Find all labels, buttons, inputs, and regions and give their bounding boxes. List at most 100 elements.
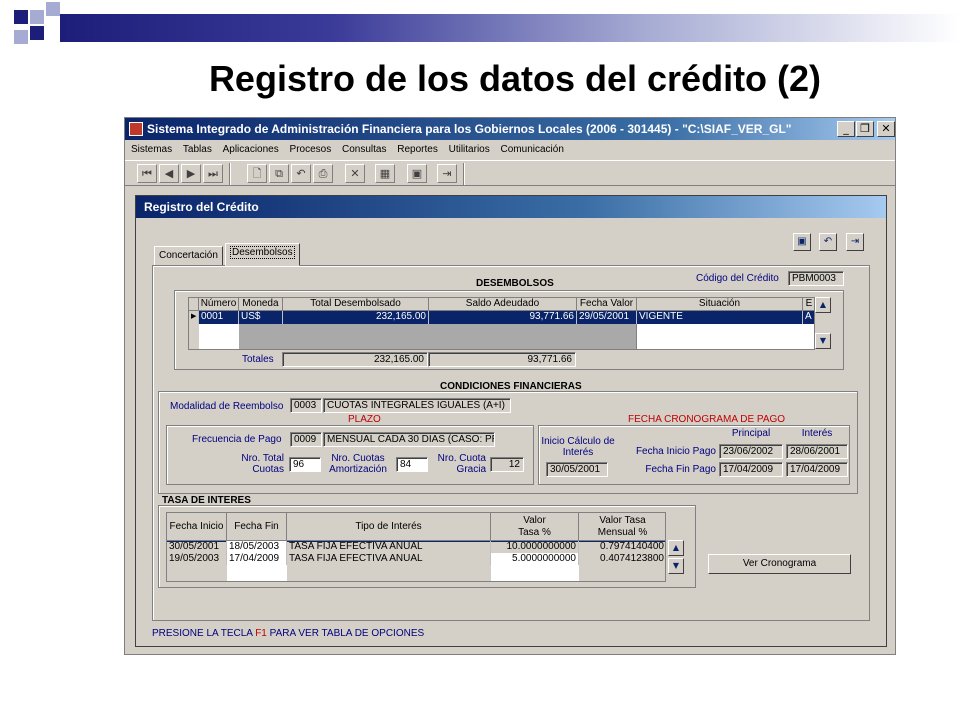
tasa-scroll-down-button[interactable]: ▼ — [668, 558, 684, 574]
last-record-icon[interactable]: ⏭ — [203, 164, 223, 183]
modalidad-code-field[interactable]: 0003 — [290, 398, 322, 413]
menu-bar: Sistemas Tablas Aplicaciones Procesos Co… — [125, 141, 895, 159]
row-selector — [189, 324, 199, 349]
menu-consultas[interactable]: Consultas — [342, 144, 386, 155]
col-saldo-adeudado[interactable]: Saldo Adeudado — [429, 298, 577, 311]
cell-e[interactable]: A — [803, 311, 814, 324]
fecha-inicio-pago-label: Fecha Inicio Pago — [635, 446, 716, 457]
cell-valor-tasa[interactable]: 10.0000000000 — [491, 541, 579, 553]
col-fecha-valor[interactable]: Fecha Valor — [577, 298, 637, 311]
scroll-up-button[interactable]: ▲ — [815, 297, 831, 313]
deco-square — [14, 30, 28, 44]
col-e[interactable]: E — [803, 298, 814, 311]
restore-button[interactable]: ❐ — [856, 121, 874, 137]
cronograma-title: FECHA CRONOGRAMA DE PAGO — [628, 414, 786, 425]
cell-fecha-fin[interactable]: 18/05/2003 — [227, 541, 287, 553]
cell-valor-mensual[interactable]: 0.4074123800 — [579, 553, 665, 565]
menu-utilitarios[interactable]: Utilitarios — [449, 144, 490, 155]
interes-header: Interés — [801, 428, 833, 439]
menu-aplicaciones[interactable]: Aplicaciones — [223, 144, 279, 155]
cell-total[interactable]: 232,165.00 — [283, 311, 429, 324]
next-record-icon[interactable]: ▶ — [181, 164, 201, 183]
cell-numero[interactable]: 0001 — [199, 311, 239, 324]
nro-total-label-line2: Cuotas — [252, 464, 284, 475]
nro-amort-label-line2: Amortización — [329, 464, 387, 475]
tasa-scroll-up-button[interactable]: ▲ — [668, 540, 684, 556]
menu-reportes[interactable]: Reportes — [397, 144, 438, 155]
first-record-icon[interactable]: ⏮ — [137, 164, 157, 183]
col-situacion[interactable]: Situación — [637, 298, 803, 311]
status-prefix: PRESIONE LA TECLA — [152, 628, 253, 639]
nro-gracia-label-line2: Gracia — [456, 464, 486, 475]
fecha-inicio-principal-field: 23/06/2002 — [719, 444, 783, 459]
fecha-fin-interes-field: 17/04/2009 — [786, 462, 848, 477]
toolbar-separator — [463, 163, 465, 185]
deco-square — [30, 26, 44, 40]
cell-situacion[interactable]: VIGENTE — [637, 311, 803, 324]
database-icon[interactable]: ▦ — [375, 164, 395, 183]
table-row[interactable] — [239, 324, 637, 349]
save-button[interactable]: ▣ — [793, 233, 811, 251]
cell-saldo[interactable]: 93,771.66 — [429, 311, 577, 324]
col-valor-tasa-mensual-line1: Valor Tasa — [599, 515, 646, 526]
close-button[interactable]: ✕ — [877, 121, 895, 137]
status-suffix: PARA VER TABLA DE OPCIONES — [269, 628, 425, 639]
app-window: Sistema Integrado de Administración Fina… — [124, 117, 896, 655]
col-fecha-inicio[interactable]: Fecha Inicio — [167, 513, 227, 541]
total-saldo-field: 93,771.66 — [428, 352, 576, 367]
codigo-credito-field[interactable]: PBM0003 — [788, 271, 844, 286]
frecuencia-code-field[interactable]: 0009 — [290, 432, 322, 447]
exit-icon[interactable]: ⇥ — [437, 164, 457, 183]
fecha-fin-principal-field: 17/04/2009 — [719, 462, 783, 477]
registro-credito-dialog: Registro del Crédito ▣ ↶ ⇥ Concertación … — [135, 195, 887, 647]
col-valor-tasa[interactable]: Valor Tasa % — [491, 513, 579, 541]
cell-fecha[interactable]: 29/05/2001 — [577, 311, 637, 324]
col-numero[interactable]: Número — [199, 298, 239, 311]
inicio-calculo-label-line2: Interés — [562, 447, 594, 458]
scroll-down-button[interactable]: ▼ — [815, 333, 831, 349]
col-tipo-interes[interactable]: Tipo de Interés — [287, 513, 491, 541]
nro-cuotas-amortizacion-field[interactable]: 84 — [396, 457, 428, 472]
cell-fecha-inicio[interactable]: 19/05/2003 — [167, 553, 227, 565]
tab-concertacion[interactable]: Concertación — [154, 246, 223, 265]
dialog-title: Registro del Crédito — [136, 196, 886, 218]
col-total-desembolsado[interactable]: Total Desembolsado — [283, 298, 429, 311]
col-moneda[interactable]: Moneda — [239, 298, 283, 311]
cell-moneda[interactable]: US$ — [239, 311, 283, 324]
cell-valor-tasa[interactable]: 5.0000000000 — [491, 553, 579, 565]
col-valor-tasa-mensual[interactable]: Valor Tasa Mensual % — [579, 513, 665, 541]
tasa-grid: Fecha Inicio Fecha Fin Tipo de Interés V… — [166, 512, 666, 582]
empty-grid-area — [491, 565, 579, 581]
menu-procesos[interactable]: Procesos — [290, 144, 332, 155]
col-valor-tasa-line2: Tasa % — [518, 527, 551, 538]
inicio-calculo-label-line1: Inicio Cálculo de — [541, 436, 615, 447]
new-icon[interactable]: 🗋 — [247, 164, 267, 183]
prev-record-icon[interactable]: ◀ — [159, 164, 179, 183]
cell-valor-mensual[interactable]: 0.7974140400 — [579, 541, 665, 553]
copy-icon[interactable]: ⧉ — [269, 164, 289, 183]
delete-icon[interactable]: ✕ — [345, 164, 365, 183]
print-icon[interactable]: ⎙ — [313, 164, 333, 183]
deco-square — [46, 2, 60, 16]
ver-cronograma-button[interactable]: Ver Cronograma — [708, 554, 851, 574]
menu-tablas[interactable]: Tablas — [183, 144, 212, 155]
totales-label: Totales — [242, 354, 274, 365]
cell-fecha-fin[interactable]: 17/04/2009 — [227, 553, 287, 565]
save-icon[interactable]: ▣ — [407, 164, 427, 183]
minimize-button[interactable]: _ — [837, 121, 855, 137]
cell-tipo-interes[interactable]: TASA FIJA EFECTIVA ANUAL — [287, 541, 491, 553]
frecuencia-desc-field: MENSUAL CADA 30 DIAS (CASO: PREBA — [323, 432, 495, 447]
exit-button[interactable]: ⇥ — [846, 233, 864, 251]
undo-button[interactable]: ↶ — [819, 233, 837, 251]
tab-desembolsos[interactable]: Desembolsos — [225, 243, 300, 266]
app-icon — [129, 122, 143, 136]
toolbar-separator — [229, 163, 231, 185]
cell-tipo-interes[interactable]: TASA FIJA EFECTIVA ANUAL — [287, 553, 491, 565]
undo-icon[interactable]: ↶ — [291, 164, 311, 183]
total-desembolsado-field: 232,165.00 — [282, 352, 428, 367]
menu-comunicacion[interactable]: Comunicación — [501, 144, 564, 155]
menu-sistemas[interactable]: Sistemas — [131, 144, 172, 155]
nro-total-cuotas-field[interactable]: 96 — [289, 457, 321, 472]
col-fecha-fin[interactable]: Fecha Fin — [227, 513, 287, 541]
cell-fecha-inicio[interactable]: 30/05/2001 — [167, 541, 227, 553]
